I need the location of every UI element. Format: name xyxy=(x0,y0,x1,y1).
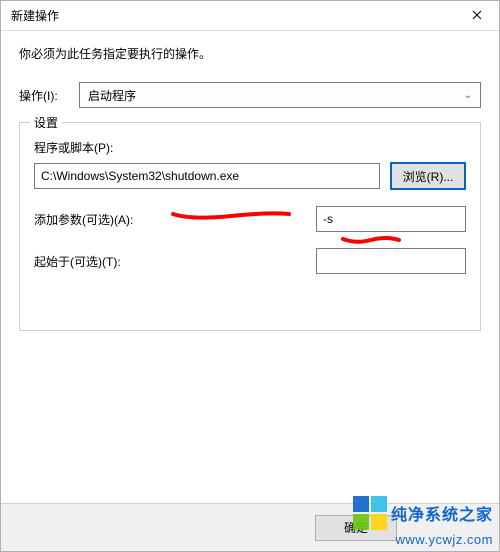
program-label: 程序或脚本(P): xyxy=(34,139,466,156)
action-selected-value: 启动程序 xyxy=(88,87,136,104)
close-icon xyxy=(472,9,482,23)
startin-input[interactable] xyxy=(316,248,466,274)
action-select[interactable]: 启动程序 ⌄ xyxy=(79,82,481,108)
arguments-input[interactable] xyxy=(316,206,466,232)
arguments-label: 添加参数(可选)(A): xyxy=(34,211,316,228)
action-label: 操作(I): xyxy=(19,87,79,104)
startin-label: 起始于(可选)(T): xyxy=(34,253,316,270)
settings-legend: 设置 xyxy=(30,114,62,131)
dialog-window: 新建操作 你必须为此任务指定要执行的操作。 操作(I): 启动程序 ⌄ 设置 程… xyxy=(0,0,500,552)
window-title: 新建操作 xyxy=(11,7,59,24)
program-path-input[interactable] xyxy=(34,163,380,189)
dialog-body: 你必须为此任务指定要执行的操作。 操作(I): 启动程序 ⌄ 设置 程序或脚本(… xyxy=(1,31,499,331)
settings-group: 设置 程序或脚本(P): 浏览(R)... 添加参数(可选)(A): 起始于(可… xyxy=(19,122,481,331)
dialog-footer: 确定 取消 xyxy=(1,503,499,551)
browse-button[interactable]: 浏览(R)... xyxy=(390,162,466,190)
title-bar: 新建操作 xyxy=(1,1,499,31)
action-row: 操作(I): 启动程序 ⌄ xyxy=(19,82,481,108)
close-button[interactable] xyxy=(455,1,499,31)
instruction-text: 你必须为此任务指定要执行的操作。 xyxy=(19,45,481,62)
chevron-down-icon: ⌄ xyxy=(464,90,472,101)
ok-button[interactable]: 确定 xyxy=(315,515,397,541)
